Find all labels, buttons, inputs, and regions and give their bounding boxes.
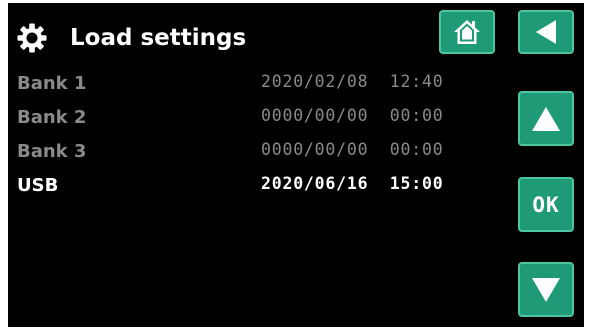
list-item-label: Bank 1 bbox=[17, 73, 87, 94]
list-item-usb[interactable]: USB 2020/06/16 15:00 bbox=[8, 169, 508, 203]
gear-icon bbox=[17, 23, 47, 53]
list-item-bank-1[interactable]: Bank 1 2020/02/08 12:40 bbox=[8, 67, 508, 101]
scroll-down-button[interactable] bbox=[518, 262, 574, 317]
up-arrow-icon bbox=[532, 106, 560, 131]
page-title: Load settings bbox=[70, 25, 247, 51]
list-item-bank-3[interactable]: Bank 3 0000/00/00 00:00 bbox=[8, 135, 508, 169]
scroll-up-button[interactable] bbox=[518, 91, 574, 146]
list-item-date: 0000/00/00 00:00 bbox=[261, 140, 444, 159]
list-item-date: 2020/06/16 15:00 bbox=[261, 174, 444, 193]
display-screen: Load settings Bank 1 2020/02/08 12:40 Ba… bbox=[8, 3, 584, 327]
down-arrow-icon bbox=[532, 277, 560, 302]
home-button[interactable] bbox=[439, 10, 495, 54]
list-item-label: Bank 2 bbox=[17, 107, 87, 128]
header: Load settings bbox=[8, 3, 584, 67]
back-button[interactable] bbox=[518, 10, 574, 54]
ok-label: OK bbox=[532, 192, 560, 217]
back-arrow-icon bbox=[536, 20, 556, 44]
list-item-label: USB bbox=[17, 175, 59, 196]
ok-button[interactable]: OK bbox=[518, 177, 574, 232]
home-icon bbox=[454, 20, 480, 44]
list-item-date: 2020/02/08 12:40 bbox=[261, 72, 444, 91]
list-item-date: 0000/00/00 00:00 bbox=[261, 106, 444, 125]
list-item-bank-2[interactable]: Bank 2 0000/00/00 00:00 bbox=[8, 101, 508, 135]
list-item-label: Bank 3 bbox=[17, 141, 87, 162]
